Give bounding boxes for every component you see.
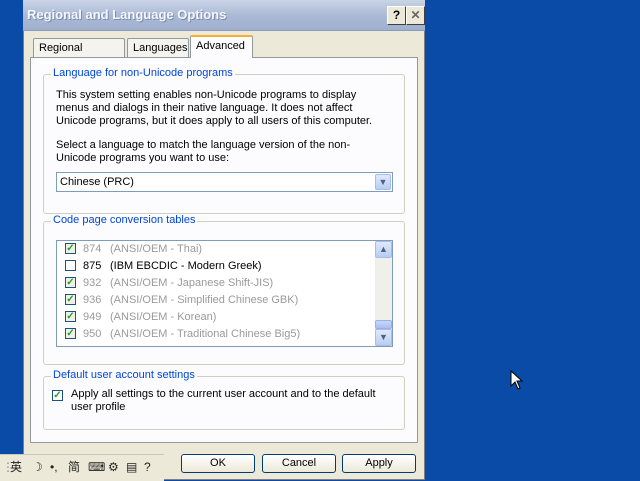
- cancel-button[interactable]: Cancel: [262, 454, 336, 473]
- code-page-number: 936: [83, 294, 102, 306]
- checkbox-950: ✓: [65, 328, 76, 339]
- code-page-number: 949: [83, 311, 102, 323]
- selected-language: Chinese (PRC): [60, 176, 134, 188]
- list-scrollbar[interactable]: ▲ ▼: [375, 241, 392, 346]
- regional-language-dialog: Regional and Language Options ? ✕ Region…: [23, 0, 425, 480]
- title-bar[interactable]: Regional and Language Options ? ✕: [23, 0, 425, 31]
- list-item-936[interactable]: ✓ 936 (ANSI/OEM - Simplified Chinese GBK…: [57, 292, 375, 309]
- checkbox-874: ✓: [65, 243, 76, 254]
- scroll-up-icon[interactable]: ▲: [375, 241, 392, 258]
- code-page-number: 932: [83, 277, 102, 289]
- code-page-legend: Code page conversion tables: [51, 214, 198, 226]
- chevron-down-icon[interactable]: ▼: [375, 174, 391, 190]
- list-item-950[interactable]: ✓ 950 (ANSI/OEM - Traditional Chinese Bi…: [57, 326, 375, 343]
- code-page-name: (ANSI/OEM - Traditional Chinese Big5): [110, 328, 301, 340]
- code-page-name: (ANSI/OEM - Japanese Shift-JIS): [110, 277, 274, 289]
- non-unicode-group: Language for non-Unicode programs This s…: [43, 67, 405, 214]
- code-page-list[interactable]: ✓ 874 (ANSI/OEM - Thai) 875 (IBM EBCDIC …: [56, 240, 393, 347]
- tab-regional-options[interactable]: Regional Options: [33, 38, 125, 72]
- checkbox-949: ✓: [65, 311, 76, 322]
- ok-button[interactable]: OK: [181, 454, 255, 473]
- code-page-number: 950: [83, 328, 102, 340]
- close-button[interactable]: ✕: [406, 6, 425, 25]
- code-page-name: (IBM EBCDIC - Modern Greek): [110, 260, 262, 272]
- apply-all-users-label[interactable]: Apply all settings to the current user a…: [71, 388, 391, 414]
- list-item-949[interactable]: ✓ 949 (ANSI/OEM - Korean): [57, 309, 375, 326]
- half-width-moon-icon[interactable]: ☽: [32, 460, 43, 475]
- charset-toggle[interactable]: 简: [68, 460, 80, 475]
- code-page-group: Code page conversion tables ✓ 874 (ANSI/…: [43, 214, 405, 365]
- scroll-down-icon[interactable]: ▼: [375, 329, 392, 346]
- checkbox-875[interactable]: [65, 260, 76, 271]
- default-user-group: Default user account settings ✓ Apply al…: [43, 369, 405, 430]
- tab-languages[interactable]: Languages: [127, 38, 189, 57]
- tab-advanced[interactable]: Advanced: [190, 35, 253, 58]
- code-page-number: 875: [83, 260, 102, 272]
- language-dropdown[interactable]: Chinese (PRC) ▼: [56, 172, 393, 192]
- non-unicode-description: This system setting enables non-Unicode …: [56, 89, 373, 127]
- advanced-tab-panel: Language for non-Unicode programs This s…: [30, 57, 418, 443]
- code-page-name: (ANSI/OEM - Korean): [110, 311, 217, 323]
- help-icon[interactable]: ?: [144, 460, 151, 475]
- language-select-prompt: Select a language to match the language …: [56, 139, 351, 164]
- apply-all-users-checkbox[interactable]: ✓: [52, 390, 63, 401]
- non-unicode-legend: Language for non-Unicode programs: [51, 67, 235, 79]
- tools-icon[interactable]: ⚙: [108, 460, 119, 475]
- list-item-875[interactable]: 875 (IBM EBCDIC - Modern Greek): [57, 258, 375, 275]
- checkbox-932: ✓: [65, 277, 76, 288]
- scroll-thumb[interactable]: [375, 320, 392, 329]
- code-page-name: (ANSI/OEM - Thai): [110, 243, 203, 255]
- keyboard-icon[interactable]: ⌨: [88, 460, 105, 475]
- language-bar: ⋮ 英 ☽ •, 简 ⌨ ⚙ ▤ ?: [0, 454, 164, 481]
- apply-button[interactable]: Apply: [342, 454, 416, 473]
- settings-icon[interactable]: ▤: [126, 460, 137, 475]
- list-item-932[interactable]: ✓ 932 (ANSI/OEM - Japanese Shift-JIS): [57, 275, 375, 292]
- code-page-name: (ANSI/OEM - Simplified Chinese GBK): [110, 294, 299, 306]
- default-user-legend: Default user account settings: [51, 369, 197, 381]
- window-title: Regional and Language Options: [27, 7, 227, 22]
- help-button[interactable]: ?: [387, 6, 406, 25]
- list-item-874[interactable]: ✓ 874 (ANSI/OEM - Thai): [57, 241, 375, 258]
- input-mode-toggle[interactable]: 英: [10, 460, 22, 475]
- checkbox-936: ✓: [65, 294, 76, 305]
- punctuation-toggle[interactable]: •,: [50, 460, 58, 475]
- code-page-number: 874: [83, 243, 102, 255]
- mouse-pointer-icon: [510, 370, 524, 390]
